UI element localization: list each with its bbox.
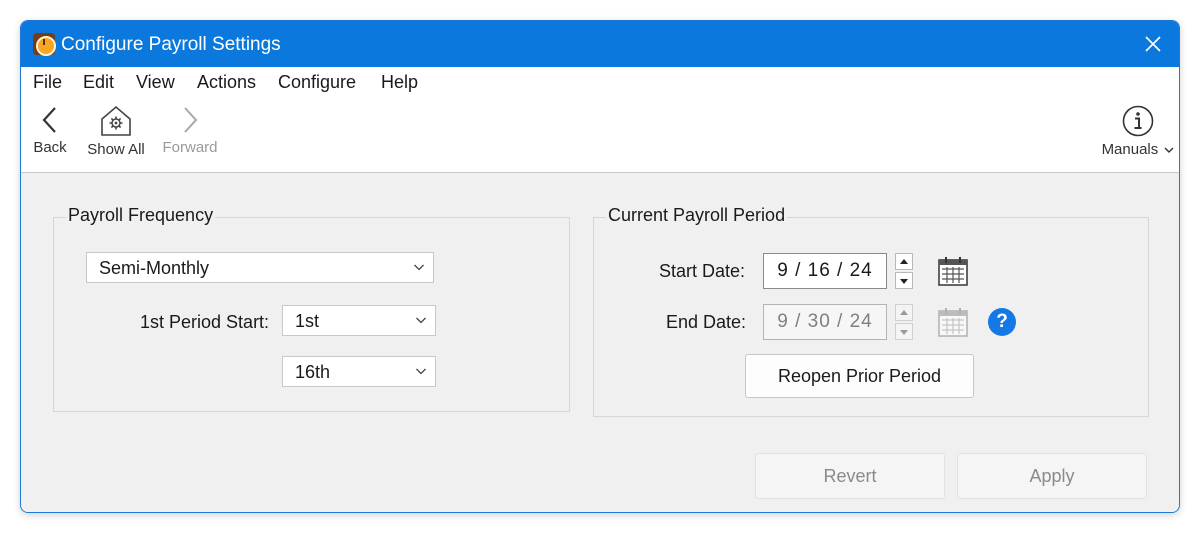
revert-button[interactable]: Revert bbox=[755, 453, 945, 499]
payroll-settings-window: Configure Payroll Settings File Edit Vie… bbox=[20, 20, 1180, 513]
frequency-select[interactable]: Semi-Monthly bbox=[86, 252, 434, 283]
reopen-prior-period-button[interactable]: Reopen Prior Period bbox=[745, 354, 974, 398]
home-gear-icon bbox=[101, 105, 131, 136]
end-date-calendar-icon[interactable] bbox=[937, 306, 969, 338]
end-date-label: End Date: bbox=[666, 312, 747, 332]
payroll-frequency-title: Payroll Frequency bbox=[66, 205, 216, 226]
start-date-label: Start Date: bbox=[659, 261, 746, 281]
help-question-icon[interactable]: ? bbox=[988, 308, 1016, 336]
start-date-field[interactable]: 9 / 16 / 24 bbox=[763, 253, 887, 289]
end-date-spinner[interactable] bbox=[895, 304, 913, 340]
first-period-start-label: 1st Period Start: bbox=[140, 312, 270, 332]
show-all-label: Show All bbox=[87, 141, 145, 158]
back-label: Back bbox=[33, 139, 67, 156]
current-payroll-period-group: Current Payroll Period Start Date: 9 / 1… bbox=[593, 205, 1149, 417]
menu-view[interactable]: View bbox=[136, 72, 175, 93]
menu-bar: File Edit View Actions Configure Help bbox=[21, 67, 1179, 97]
end-date-field[interactable]: 9 / 30 / 24 bbox=[763, 304, 887, 340]
payroll-frequency-group: Payroll Frequency Semi-Monthly 1st Perio… bbox=[53, 205, 570, 412]
frequency-value: Semi-Monthly bbox=[99, 258, 210, 278]
start-date-calendar-icon[interactable] bbox=[937, 255, 969, 287]
back-button[interactable]: Back bbox=[33, 105, 67, 156]
menu-edit[interactable]: Edit bbox=[83, 72, 114, 93]
forward-label: Forward bbox=[162, 139, 218, 156]
start-date-spinner[interactable] bbox=[895, 253, 913, 289]
info-icon bbox=[1122, 105, 1154, 137]
chevron-down-icon bbox=[416, 368, 426, 375]
current-payroll-period-title: Current Payroll Period bbox=[606, 205, 788, 226]
app-clock-icon bbox=[33, 33, 56, 56]
window-title: Configure Payroll Settings bbox=[61, 34, 281, 55]
chevron-down-icon bbox=[416, 317, 426, 324]
forward-button[interactable]: Forward bbox=[159, 105, 221, 156]
menu-file[interactable]: File bbox=[33, 72, 62, 93]
close-icon bbox=[1145, 36, 1161, 52]
manuals-button[interactable]: Manuals bbox=[1099, 105, 1177, 158]
menu-actions[interactable]: Actions bbox=[197, 72, 256, 93]
chevron-right-icon bbox=[184, 107, 198, 133]
manuals-label: Manuals bbox=[1101, 141, 1159, 158]
apply-button[interactable]: Apply bbox=[957, 453, 1147, 499]
title-bar: Configure Payroll Settings bbox=[21, 21, 1179, 67]
menu-help[interactable]: Help bbox=[381, 72, 418, 93]
show-all-button[interactable]: Show All bbox=[83, 105, 149, 158]
start-date-down-arrow-icon[interactable] bbox=[895, 272, 913, 289]
second-period-start-select[interactable]: 16th bbox=[282, 356, 436, 387]
settings-content: Payroll Frequency Semi-Monthly 1st Perio… bbox=[21, 173, 1179, 512]
chevron-down-icon bbox=[414, 264, 424, 271]
chevron-left-icon bbox=[42, 107, 56, 133]
first-period-start-select[interactable]: 1st bbox=[282, 305, 436, 336]
first-period-start-value: 1st bbox=[295, 311, 320, 331]
toolbar: Back Show All Forward Manuals bbox=[21, 97, 1179, 173]
end-date-up-arrow-icon[interactable] bbox=[895, 304, 913, 321]
menu-configure[interactable]: Configure bbox=[278, 72, 356, 93]
chevron-down-icon bbox=[1164, 147, 1174, 153]
second-period-start-value: 16th bbox=[295, 362, 331, 382]
close-button[interactable] bbox=[1127, 21, 1179, 67]
start-date-up-arrow-icon[interactable] bbox=[895, 253, 913, 270]
end-date-down-arrow-icon[interactable] bbox=[895, 323, 913, 340]
